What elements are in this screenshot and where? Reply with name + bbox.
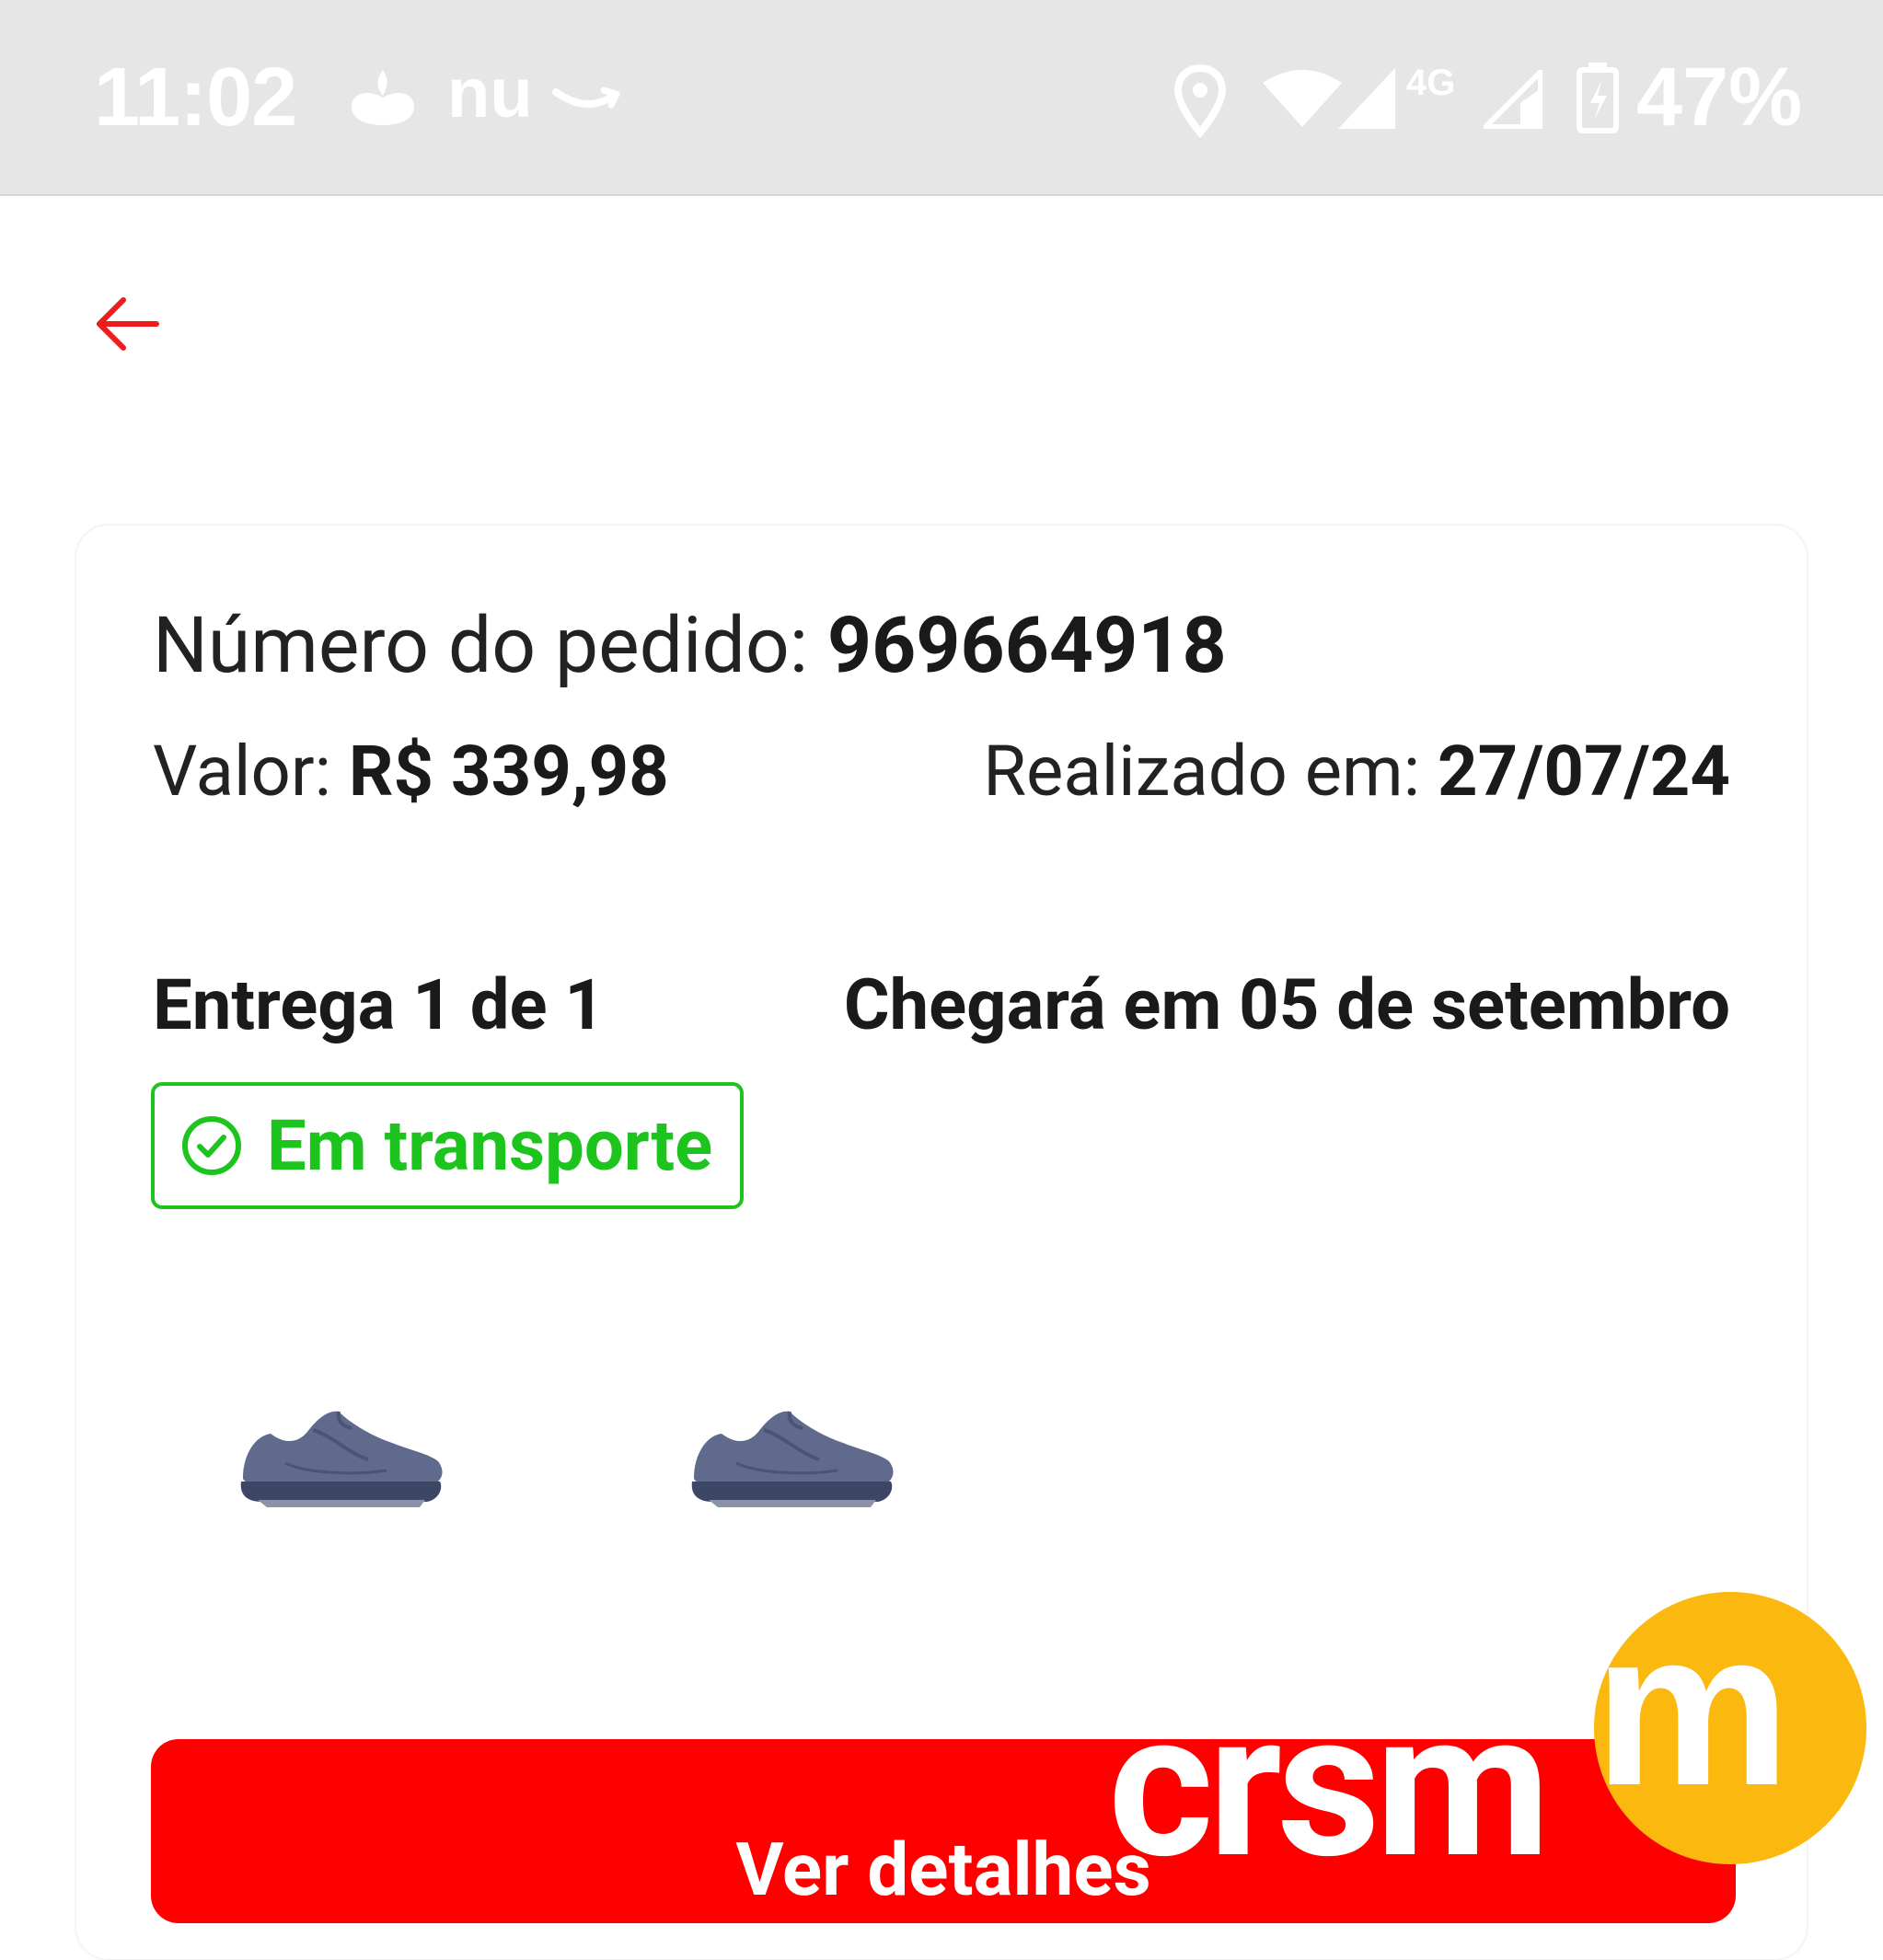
status-badge: Em transporte (151, 1082, 744, 1209)
view-details-label: Ver detalhes (735, 1827, 1151, 1913)
view-details-button[interactable]: crsm Ver detalhes (151, 1739, 1736, 1923)
wifi-icon (1263, 70, 1342, 127)
network-type: 4G (1406, 63, 1456, 103)
order-value-label: Valor: (153, 730, 349, 813)
status-bar: 11:02 nu 4G 47% (0, 0, 1883, 196)
back-arrow-icon[interactable] (90, 287, 164, 361)
signal-secondary-icon (1484, 70, 1542, 129)
delivery-eta: Chegará em 05 de setembro (843, 963, 1730, 1046)
check-circle-icon (182, 1116, 241, 1175)
battery-icon (1577, 63, 1619, 133)
order-number-label: Número do pedido: (153, 600, 827, 691)
status-time: 11:02 (94, 52, 297, 144)
order-number: Número do pedido: 969664918 (153, 607, 1227, 685)
order-date-label: Realizado em: (983, 730, 1438, 813)
product-sneaker-image[interactable] (230, 1399, 469, 1546)
delivery-count: Entrega 1 de 1 (153, 963, 606, 1046)
amazon-icon (552, 86, 620, 109)
product-sneaker-image[interactable] (681, 1399, 920, 1546)
location-icon (1174, 64, 1226, 138)
chat-bubble-letter: m (1594, 1592, 1791, 1831)
order-number-value: 969664918 (826, 600, 1227, 691)
signal-icon (1338, 68, 1395, 129)
nubank-icon: nu (447, 54, 533, 133)
order-date: Realizado em: 27/07/24 (983, 736, 1730, 806)
status-badge-label: Em transporte (267, 1104, 713, 1187)
order-date-value: 27/07/24 (1437, 730, 1730, 813)
battery-percent: 47% (1636, 52, 1803, 144)
santander-icon (352, 70, 414, 125)
order-value: Valor: R$ 339,98 (153, 736, 669, 806)
floating-chat-bubble[interactable]: m (1594, 1592, 1866, 1864)
order-value-amount: R$ 339,98 (348, 730, 669, 813)
